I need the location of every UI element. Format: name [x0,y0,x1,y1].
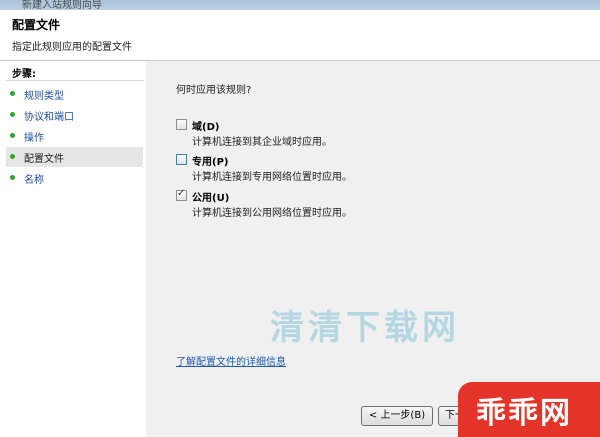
public-description: 计算机连接到公用网络位置时应用。 [192,208,352,219]
step-bullet-icon [10,175,15,180]
title-bar: 新建入站规则向导 [0,0,600,10]
check-icon: ✓ [177,188,186,199]
domain-label: 域(D) [192,122,220,133]
steps-sidebar: 步骤: 规则类型 协议和端口 操作 配置文件 名称 [0,61,146,437]
step-bullet-icon [10,133,15,138]
step-bullet-icon [10,91,15,96]
steps-divider [6,80,144,81]
sidebar-item-profile[interactable]: 配置文件 [6,147,143,167]
public-checkbox[interactable]: ✓ [176,188,187,201]
domain-description: 计算机连接到其企业域时应用。 [192,137,332,148]
private-description: 计算机连接到专用网络位置时应用。 [192,172,352,183]
wizard-content: 何时应用该规则? 域(D) 计算机连接到其企业域时应用。 专用(P) 计算机连接… [146,61,600,437]
sidebar-item-label: 规则类型 [24,91,64,102]
watermark-logo: 乖乖网 [476,396,572,431]
sidebar-item-protocol-ports[interactable]: 协议和端口 [6,105,143,125]
back-button[interactable]: < 上一步(B) [361,406,433,426]
private-checkbox[interactable] [176,154,187,165]
sidebar-item-action[interactable]: 操作 [6,126,143,146]
profile-question: 何时应用该规则? [176,85,252,96]
option-private[interactable]: 专用(P) 计算机连接到专用网络位置时应用。 [176,153,556,183]
learn-profiles-link[interactable]: 了解配置文件的详细信息 [176,353,286,368]
page-title: 配置文件 [12,18,61,32]
page-subtitle: 指定此规则应用的配置文件 [12,42,132,53]
sidebar-item-rule-type[interactable]: 规则类型 [6,84,143,104]
option-domain[interactable]: 域(D) 计算机连接到其企业域时应用。 [176,118,556,148]
steps-heading: 步骤: [12,69,36,80]
domain-checkbox[interactable] [176,119,187,130]
step-bullet-icon [10,154,15,159]
wizard-header: 配置文件 指定此规则应用的配置文件 [0,10,600,60]
sidebar-item-name[interactable]: 名称 [6,168,143,188]
window-title: 新建入站规则向导 [22,0,102,10]
sidebar-item-label: 配置文件 [24,154,64,165]
watermark-text: 清清下载网 [270,308,460,348]
option-public[interactable]: ✓ 公用(U) 计算机连接到公用网络位置时应用。 [176,188,556,219]
private-label: 专用(P) [192,157,229,168]
sidebar-item-label: 协议和端口 [24,112,74,123]
sidebar-item-label: 名称 [24,175,44,186]
sidebar-item-label: 操作 [24,133,44,144]
public-label: 公用(U) [192,193,230,204]
watermark-badge: 乖乖网 [458,382,600,437]
step-bullet-icon [10,112,15,117]
